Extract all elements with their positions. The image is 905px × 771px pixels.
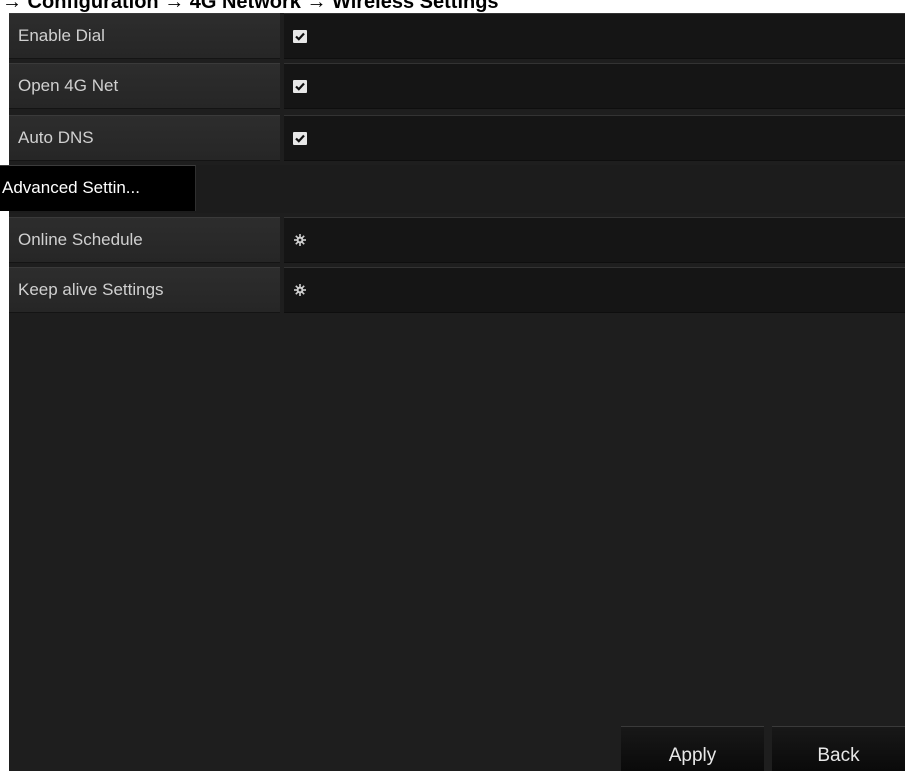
enable-dial-value-cell	[284, 13, 905, 59]
online-schedule-label: Online Schedule	[9, 217, 280, 263]
open-4g-net-checkbox[interactable]	[293, 80, 307, 93]
checkmark-icon	[295, 134, 305, 143]
row-enable-dial: Enable Dial	[9, 13, 905, 59]
enable-dial-checkbox[interactable]	[293, 30, 307, 43]
row-auto-dns: Auto DNS	[9, 115, 905, 161]
row-keep-alive-settings: Keep alive Settings	[9, 267, 905, 313]
auto-dns-label: Auto DNS	[9, 115, 280, 161]
checkmark-icon	[295, 32, 305, 41]
open-4g-net-label: Open 4G Net	[9, 63, 280, 109]
auto-dns-checkbox[interactable]	[293, 132, 307, 145]
checkmark-icon	[295, 82, 305, 91]
keep-alive-settings-button[interactable]	[293, 283, 307, 297]
online-schedule-settings-button[interactable]	[293, 233, 307, 247]
row-online-schedule: Online Schedule	[9, 217, 905, 263]
apply-button[interactable]: Apply	[621, 726, 764, 771]
keep-alive-settings-label: Keep alive Settings	[9, 267, 280, 313]
gear-icon	[294, 234, 306, 246]
online-schedule-value-cell	[284, 217, 905, 263]
open-4g-net-value-cell	[284, 63, 905, 109]
auto-dns-value-cell	[284, 115, 905, 161]
enable-dial-label: Enable Dial	[9, 13, 280, 59]
page-caption: → Configuration → 4G Network → Wireless …	[2, 0, 499, 13]
back-button[interactable]: Back	[772, 726, 905, 771]
gear-icon	[294, 284, 306, 296]
keep-alive-settings-value-cell	[284, 267, 905, 313]
row-open-4g-net: Open 4G Net	[9, 63, 905, 109]
screenshot-frame: → Configuration → 4G Network → Wireless …	[0, 0, 905, 771]
settings-panel: Enable Dial Open 4G Net Auto DNS Advance…	[0, 13, 905, 771]
advanced-settings-button[interactable]: Advanced Settin...	[0, 165, 196, 211]
